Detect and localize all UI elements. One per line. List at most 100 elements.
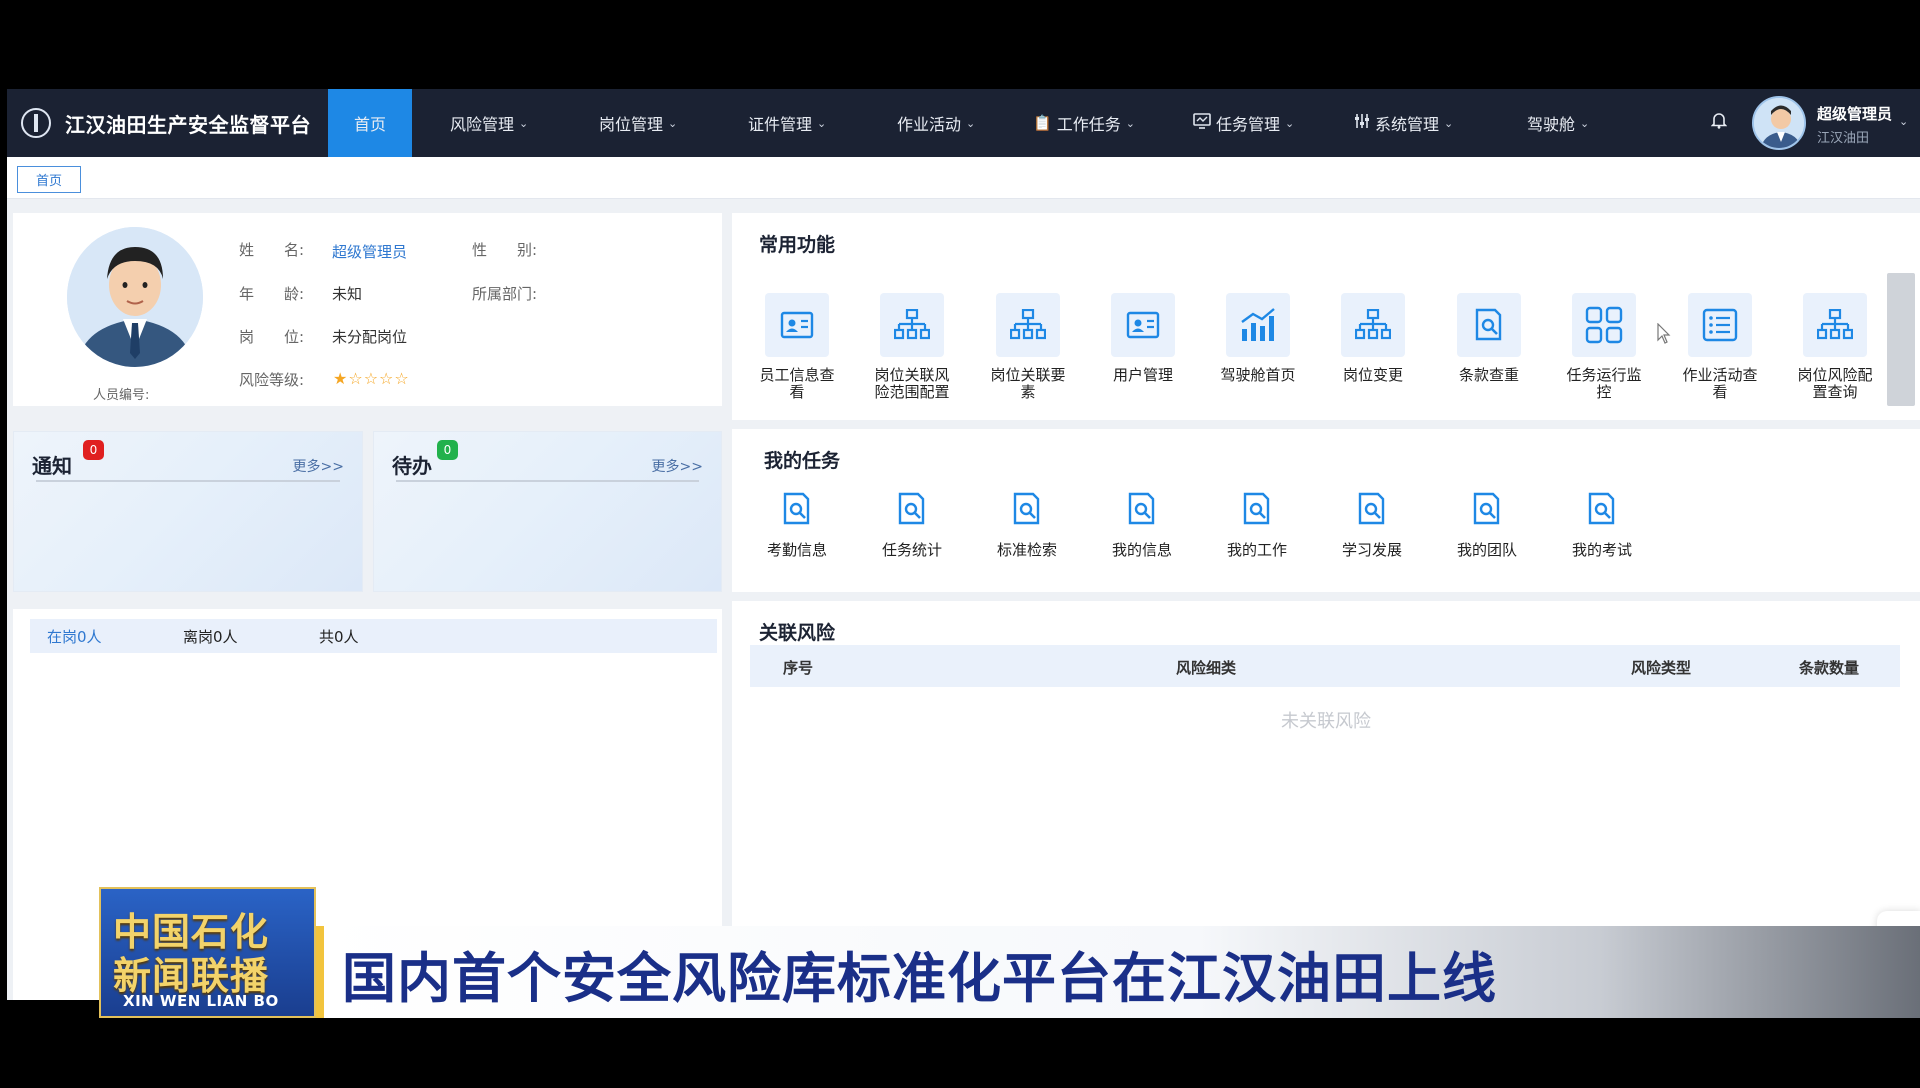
task-item[interactable]: 我的工作 bbox=[1212, 487, 1302, 560]
user-org: 江汉油田 bbox=[1817, 131, 1870, 146]
function-item[interactable]: 条款查重 bbox=[1439, 293, 1539, 384]
function-item[interactable]: 岗位风险配置查询 bbox=[1785, 293, 1885, 401]
doc-search-icon bbox=[1350, 487, 1394, 531]
risk-table-header: 序号 风险细类 风险类型 条款数量 bbox=[750, 645, 1900, 687]
doc-search-icon bbox=[1465, 487, 1509, 531]
column-header: 序号 bbox=[783, 659, 814, 677]
tab-home[interactable]: 首页 bbox=[17, 166, 81, 193]
nav-label: 作业活动 bbox=[897, 115, 962, 134]
nav-work-activity[interactable]: 作业活动 ⌄ bbox=[897, 89, 975, 157]
nav-label: 证件管理 bbox=[748, 115, 813, 134]
org-chart-icon bbox=[1341, 293, 1405, 357]
function-label: 任务运行监控 bbox=[1566, 366, 1642, 401]
function-item[interactable]: 员工信息查看 bbox=[747, 293, 847, 401]
doc-search-icon bbox=[890, 487, 934, 531]
star-filled-icon: ★ bbox=[333, 369, 349, 388]
user-avatar[interactable] bbox=[1752, 96, 1806, 150]
chevron-down-icon: ⌄ bbox=[1125, 116, 1135, 130]
id-card-icon bbox=[765, 293, 829, 357]
brand: 江汉油田生产安全监督平台 bbox=[21, 89, 311, 157]
brand-logo-icon bbox=[21, 108, 51, 138]
notice-more-link[interactable]: 更多>> bbox=[293, 456, 344, 476]
scrollbar[interactable] bbox=[1887, 273, 1915, 406]
todo-badge: 0 bbox=[437, 440, 458, 460]
post-value: 未分配岗位 bbox=[332, 328, 408, 346]
risk-title: 关联风险 bbox=[759, 622, 836, 644]
user-role[interactable]: 超级管理员 bbox=[1817, 103, 1892, 124]
bar-chart-icon bbox=[1226, 293, 1290, 357]
profile-card: 人员编号: 姓 名: 超级管理员 性 别: 年 龄: 未知 所属部门: 岗 位:… bbox=[13, 213, 722, 406]
nav-label: 风险管理 bbox=[450, 115, 515, 134]
doc-search-icon bbox=[775, 487, 819, 531]
function-item[interactable]: 驾驶舱首页 bbox=[1208, 293, 1308, 384]
risk-level-stars: ★☆☆☆☆ bbox=[333, 369, 410, 388]
nav-cockpit[interactable]: 驾驶舱 ⌄ bbox=[1527, 89, 1589, 157]
doc-search-icon bbox=[1457, 293, 1521, 357]
nav-post-management[interactable]: 岗位管理 ⌄ bbox=[599, 89, 677, 157]
chevron-down-icon[interactable]: ⌄ bbox=[1899, 115, 1908, 128]
task-item[interactable]: 考勤信息 bbox=[752, 487, 842, 560]
id-card-icon bbox=[1111, 293, 1175, 357]
function-item[interactable]: 作业活动查看 bbox=[1670, 293, 1770, 401]
task-label: 考勤信息 bbox=[766, 541, 827, 559]
todo-more-link[interactable]: 更多>> bbox=[652, 456, 703, 476]
task-item[interactable]: 我的考试 bbox=[1557, 487, 1647, 560]
chevron-down-icon: ⌄ bbox=[1580, 116, 1590, 130]
avatar bbox=[67, 227, 203, 367]
star-empty-icon: ☆ bbox=[348, 369, 364, 388]
todo-title: 待办 bbox=[392, 454, 432, 478]
task-item[interactable]: 学习发展 bbox=[1327, 487, 1417, 560]
tab-on-duty[interactable]: 在岗0人 bbox=[47, 626, 166, 647]
function-label: 岗位关联风险范围配置 bbox=[874, 366, 950, 401]
news-logo-en: XIN WEN LIAN BO bbox=[123, 992, 279, 1010]
sliders-icon bbox=[1354, 113, 1370, 133]
column-header: 条款数量 bbox=[1799, 659, 1860, 677]
task-item[interactable]: 我的团队 bbox=[1442, 487, 1532, 560]
tasks-title: 我的任务 bbox=[764, 450, 841, 472]
nav-label: 首页 bbox=[353, 115, 386, 134]
chevron-down-icon: ⌄ bbox=[1444, 116, 1454, 130]
tab-off-duty[interactable]: 离岗0人 bbox=[183, 626, 302, 647]
age-value: 未知 bbox=[332, 285, 363, 303]
nav-work-task[interactable]: 📋 工作任务 ⌄ bbox=[1033, 89, 1135, 157]
name-label: 姓 名: bbox=[239, 241, 305, 259]
function-label: 员工信息查看 bbox=[759, 366, 835, 401]
app-title: 江汉油田生产安全监督平台 bbox=[65, 112, 311, 137]
task-item[interactable]: 我的信息 bbox=[1097, 487, 1187, 560]
nav-task-management[interactable]: 任务管理 ⌄ bbox=[1193, 89, 1294, 157]
nav-risk-management[interactable]: 风险管理 ⌄ bbox=[450, 89, 528, 157]
task-item[interactable]: 任务统计 bbox=[867, 487, 957, 560]
org-chart-icon bbox=[996, 293, 1060, 357]
doc-search-icon bbox=[1580, 487, 1624, 531]
function-item[interactable]: 用户管理 bbox=[1093, 293, 1193, 384]
video-frame: 江汉油田生产安全监督平台 首页 风险管理 ⌄ 岗位管理 ⌄ 证件管理 ⌄ 作业活… bbox=[0, 0, 1920, 1088]
nav-label: 系统管理 bbox=[1375, 115, 1440, 134]
doc-search-icon bbox=[1005, 487, 1049, 531]
column-header: 风险类型 bbox=[1631, 659, 1692, 677]
nav-home[interactable]: 首页 bbox=[328, 89, 412, 157]
news-logo: 中国石化 新闻联播 XIN WEN LIAN BO bbox=[99, 887, 316, 1018]
bell-icon[interactable] bbox=[1709, 111, 1729, 131]
risk-level-label: 风险等级: bbox=[239, 371, 305, 389]
nav-system-management[interactable]: 系统管理 ⌄ bbox=[1354, 89, 1453, 157]
function-item[interactable]: 岗位关联要素 bbox=[978, 293, 1078, 401]
function-item[interactable]: 岗位关联风险范围配置 bbox=[862, 293, 962, 401]
name-value[interactable]: 超级管理员 bbox=[332, 241, 407, 262]
function-label: 岗位风险配置查询 bbox=[1797, 366, 1873, 401]
notice-badge: 0 bbox=[83, 440, 104, 460]
chevron-down-icon: ⌄ bbox=[1285, 116, 1295, 130]
list-icon bbox=[1688, 293, 1752, 357]
nav-certificate-management[interactable]: 证件管理 ⌄ bbox=[748, 89, 826, 157]
tab-total[interactable]: 共0人 bbox=[319, 626, 438, 647]
function-item[interactable]: 任务运行监控 bbox=[1554, 293, 1654, 401]
gender-label: 性 别: bbox=[472, 241, 538, 259]
task-item[interactable]: 标准检索 bbox=[982, 487, 1072, 560]
divider bbox=[36, 480, 340, 482]
function-item[interactable]: 岗位变更 bbox=[1323, 293, 1423, 384]
function-label: 岗位变更 bbox=[1342, 366, 1403, 384]
column-header: 风险细类 bbox=[1176, 659, 1237, 677]
employee-no-label: 人员编号: bbox=[93, 388, 150, 403]
grid-icon bbox=[1572, 293, 1636, 357]
star-empty-icon: ☆ bbox=[363, 369, 380, 388]
notice-panel: 通知 0 更多>> bbox=[13, 431, 363, 592]
